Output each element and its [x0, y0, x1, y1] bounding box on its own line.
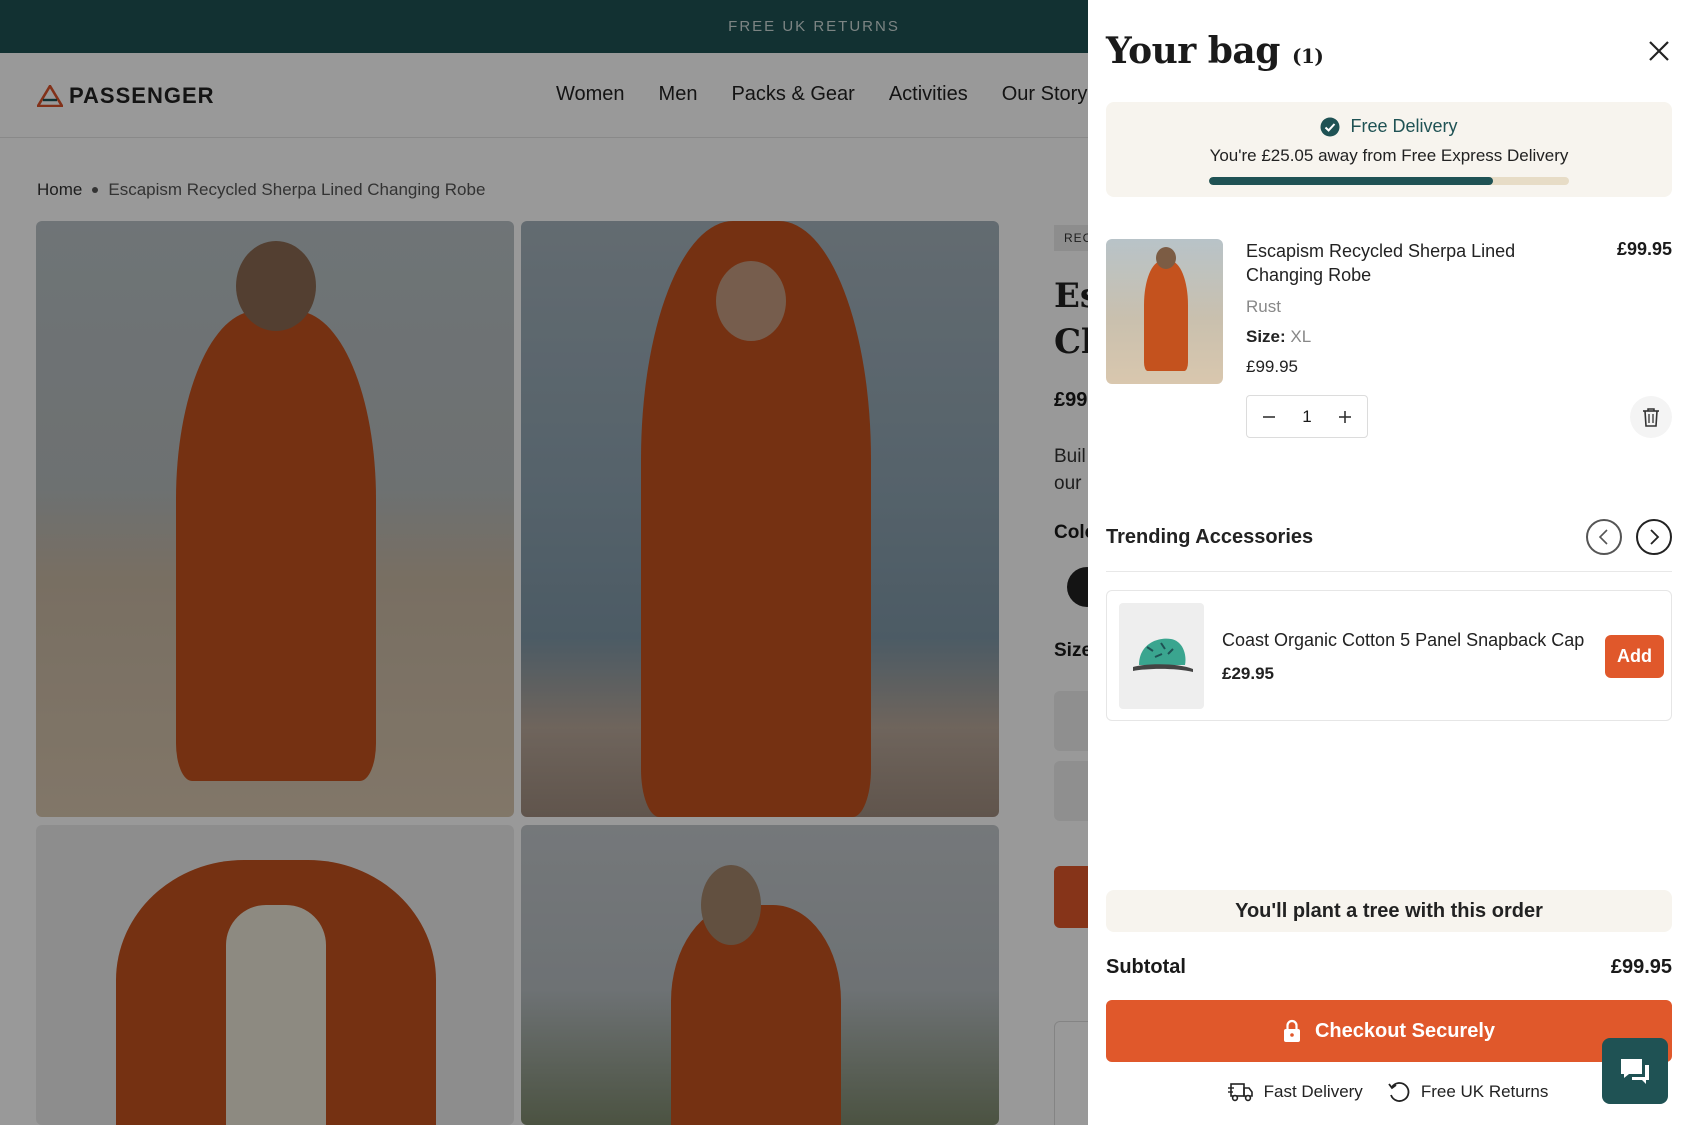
add-accessory-button[interactable]: Add [1605, 635, 1664, 678]
cap-image-icon [1132, 638, 1193, 672]
accessory-name[interactable]: Coast Organic Cotton 5 Panel Snapback Ca… [1222, 630, 1584, 651]
accessory-card: Coast Organic Cotton 5 Panel Snapback Ca… [1106, 590, 1672, 721]
feature-fast-delivery-label: Fast Delivery [1263, 1082, 1363, 1101]
checkout-label: Checkout Securely [1314, 1019, 1496, 1042]
delivery-progress-bar [1209, 177, 1569, 185]
carousel-next-button[interactable] [1636, 519, 1672, 555]
feature-fast-delivery: Fast Delivery [1227, 1080, 1363, 1104]
chat-button[interactable] [1602, 1038, 1668, 1104]
returns-icon [1388, 1082, 1410, 1102]
chevron-right-icon [1650, 529, 1660, 545]
check-circle-icon [1320, 117, 1340, 136]
free-delivery-text: Free Delivery [1350, 116, 1458, 136]
cart-count: (1) [1291, 44, 1324, 68]
cart-item-colour: Rust [1246, 297, 1281, 316]
cart-title: Your bag (1) [1106, 30, 1324, 72]
size-value: XL [1290, 327, 1312, 346]
tree-planting-banner: You'll plant a tree with this order [1106, 890, 1672, 932]
remove-item-button[interactable] [1630, 396, 1672, 438]
decrease-quantity-button[interactable] [1259, 407, 1279, 427]
quantity-stepper: 1 [1246, 395, 1368, 438]
carousel-prev-button[interactable] [1586, 519, 1622, 555]
cart-item-line-price: £99.95 [1616, 239, 1672, 259]
accessory-price: £29.95 [1222, 664, 1274, 683]
cart-item-size: Size: XL [1246, 327, 1311, 347]
cart-item-name[interactable]: Escapism Recycled Sherpa Lined Changing … [1246, 239, 1586, 287]
minus-icon [1263, 415, 1275, 418]
trending-accessories-heading: Trending Accessories [1106, 526, 1314, 548]
delivery-truck-icon [1227, 1083, 1253, 1102]
subtotal-value: £99.95 [1610, 956, 1672, 978]
express-delivery-message: You're £25.05 away from Free Express Del… [1209, 146, 1569, 165]
close-icon [1649, 41, 1669, 61]
service-features: Fast Delivery Free UK Returns [1088, 1080, 1688, 1104]
size-label: Size: [1246, 327, 1286, 346]
cart-item-image[interactable] [1106, 239, 1223, 384]
cart-drawer: Your bag (1) Free Delivery You're £25.05… [1088, 0, 1688, 1125]
cart-line-item: Escapism Recycled Sherpa Lined Changing … [1106, 239, 1672, 439]
free-delivery-banner: Free Delivery You're £25.05 away from Fr… [1106, 102, 1672, 197]
checkout-button[interactable]: Checkout Securely [1106, 1000, 1672, 1062]
delivery-progress-fill [1209, 177, 1494, 185]
cart-item-unit-price: £99.95 [1246, 357, 1298, 376]
accessory-image[interactable] [1119, 603, 1204, 709]
increase-quantity-button[interactable] [1335, 407, 1355, 427]
close-cart-button[interactable] [1644, 36, 1674, 66]
free-delivery-heading: Free Delivery [1106, 116, 1672, 137]
lock-icon [1283, 1019, 1300, 1042]
chevron-left-icon [1598, 529, 1608, 545]
subtotal-label: Subtotal [1106, 956, 1186, 978]
chat-icon [1621, 1059, 1649, 1084]
quantity-value[interactable]: 1 [1302, 407, 1311, 427]
plus-icon [1339, 410, 1351, 423]
cart-title-text: Your bag [1106, 30, 1280, 72]
feature-free-returns-label: Free UK Returns [1420, 1082, 1549, 1101]
feature-free-returns: Free UK Returns [1387, 1080, 1549, 1104]
divider [1106, 571, 1672, 572]
trash-icon [1643, 408, 1659, 427]
